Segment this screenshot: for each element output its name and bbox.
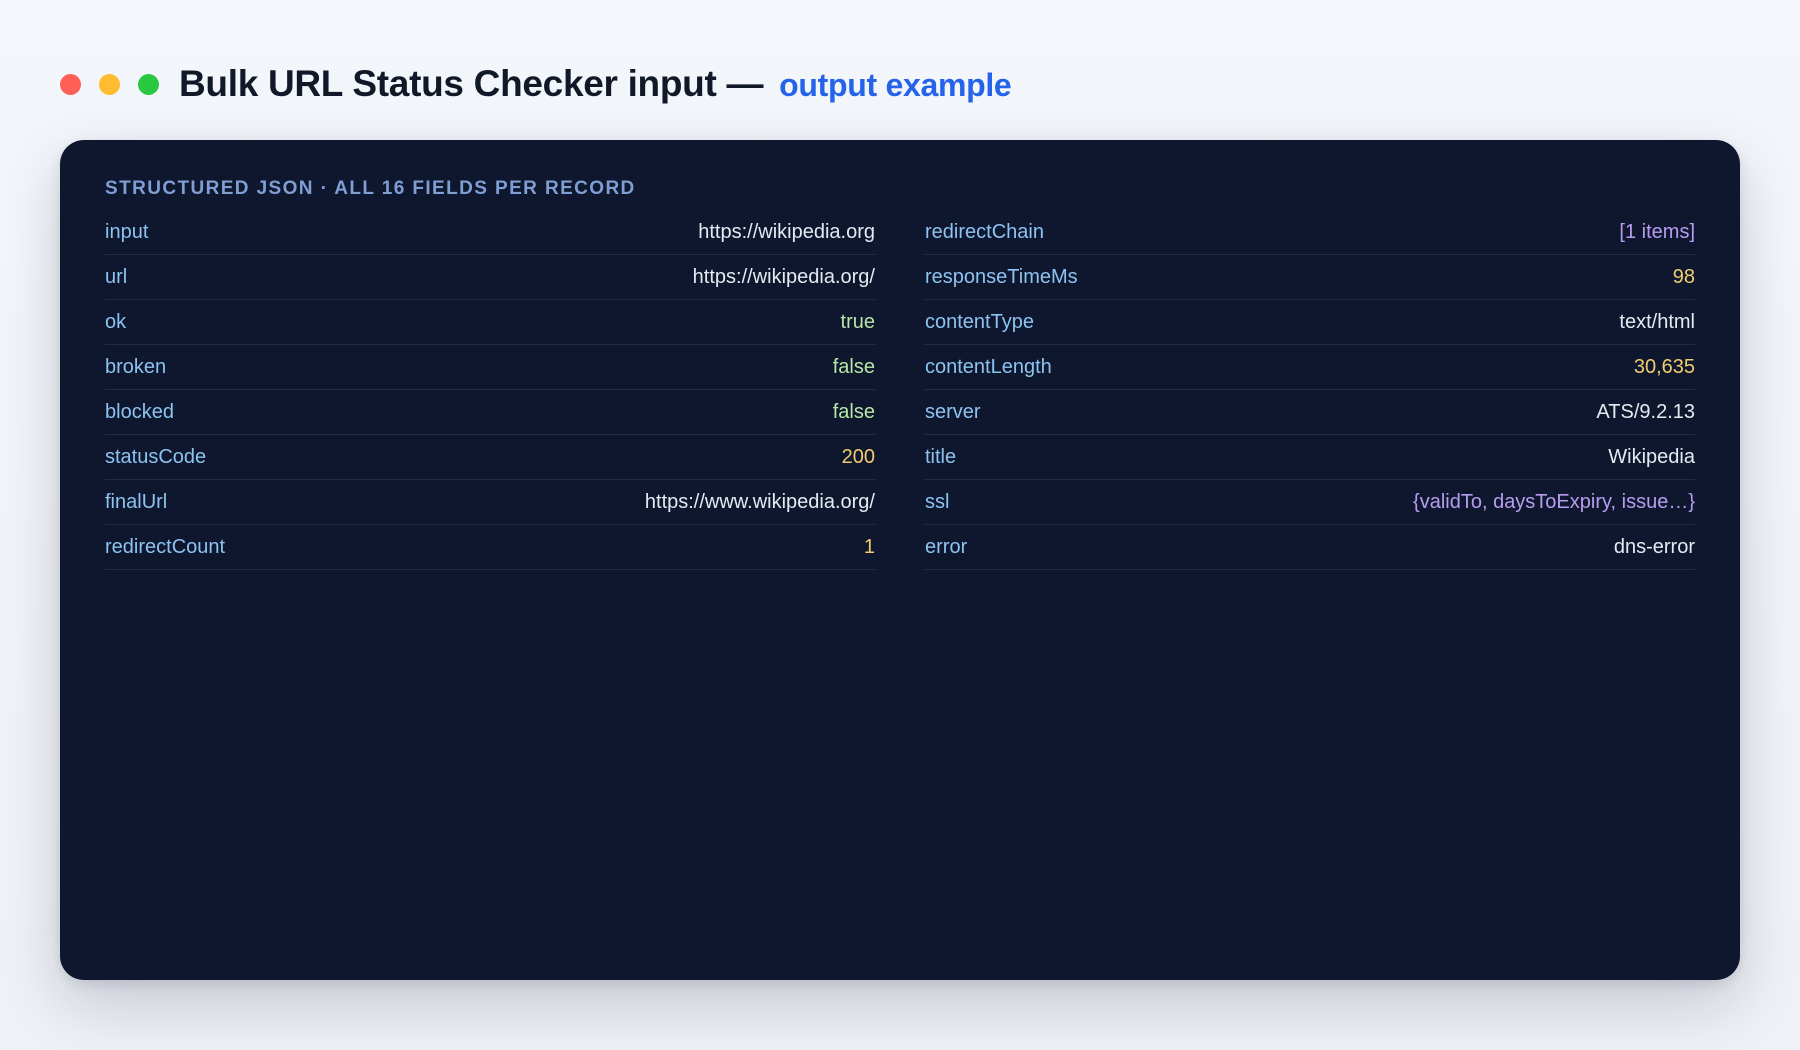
field-value: false bbox=[832, 355, 875, 378]
field-row: contentType text/html bbox=[925, 300, 1695, 345]
field-key: contentType bbox=[925, 310, 1034, 333]
field-row: contentLength 30,635 bbox=[925, 345, 1695, 390]
field-value: false bbox=[832, 400, 875, 423]
field-row: input https://wikipedia.org bbox=[105, 210, 875, 255]
field-key: error bbox=[925, 535, 968, 558]
field-row: statusCode 200 bbox=[105, 435, 875, 480]
field-value: https://www.wikipedia.org/ bbox=[644, 490, 875, 513]
field-key: server bbox=[925, 400, 981, 423]
json-output-panel: STRUCTURED JSON · ALL 16 FIELDS PER RECO… bbox=[60, 140, 1740, 980]
field-value: dns-error bbox=[1613, 535, 1695, 558]
field-row: title Wikipedia bbox=[925, 435, 1695, 480]
field-row: error dns-error bbox=[925, 525, 1695, 570]
field-value: 98 bbox=[1672, 265, 1695, 288]
field-key: blocked bbox=[105, 400, 174, 423]
field-row: ok true bbox=[105, 300, 875, 345]
field-key: finalUrl bbox=[105, 490, 168, 513]
field-value: Wikipedia bbox=[1608, 445, 1695, 468]
field-key: redirectCount bbox=[105, 535, 226, 558]
field-key: redirectChain bbox=[925, 220, 1044, 243]
close-window-button[interactable] bbox=[60, 73, 81, 95]
field-key: title bbox=[925, 445, 957, 468]
field-value: https://wikipedia.org/ bbox=[692, 265, 875, 288]
field-key: ok bbox=[105, 310, 127, 333]
field-row: server ATS/9.2.13 bbox=[925, 390, 1695, 435]
maximize-window-button[interactable] bbox=[138, 73, 159, 95]
field-key: contentLength bbox=[925, 355, 1052, 378]
field-row: redirectCount 1 bbox=[105, 525, 875, 570]
field-key: ssl bbox=[925, 490, 950, 513]
field-value: ATS/9.2.13 bbox=[1596, 400, 1695, 423]
field-key: broken bbox=[105, 355, 167, 378]
page-title-text: Bulk URL Status Checker input — bbox=[179, 63, 764, 104]
field-key: url bbox=[105, 265, 128, 288]
field-row: url https://wikipedia.org/ bbox=[105, 255, 875, 300]
field-row: broken false bbox=[105, 345, 875, 390]
field-value: text/html bbox=[1619, 310, 1695, 333]
field-value: https://wikipedia.org bbox=[698, 220, 875, 243]
fields-column-left: input https://wikipedia.org url https://… bbox=[105, 210, 875, 570]
field-value: {validTo, daysToExpiry, issue…} bbox=[1413, 490, 1695, 513]
field-value: [1 items] bbox=[1619, 220, 1695, 243]
field-row: blocked false bbox=[105, 390, 875, 435]
field-value: true bbox=[840, 310, 875, 333]
window-header: Bulk URL Status Checker input — output e… bbox=[60, 54, 1012, 114]
field-value: 30,635 bbox=[1633, 355, 1695, 378]
field-row: finalUrl https://www.wikipedia.org/ bbox=[105, 480, 875, 525]
field-value: 200 bbox=[841, 445, 875, 468]
panel-label: STRUCTURED JSON · ALL 16 FIELDS PER RECO… bbox=[105, 178, 636, 199]
field-key: statusCode bbox=[105, 445, 207, 468]
field-row: responseTimeMs 98 bbox=[925, 255, 1695, 300]
field-value: 1 bbox=[863, 535, 875, 558]
field-key: responseTimeMs bbox=[925, 265, 1078, 288]
minimize-window-button[interactable] bbox=[99, 73, 120, 95]
field-key: input bbox=[105, 220, 149, 243]
fields-column-right: redirectChain [1 items] responseTimeMs 9… bbox=[925, 210, 1695, 570]
page-title-accent: output example bbox=[779, 67, 1012, 103]
field-row: redirectChain [1 items] bbox=[925, 210, 1695, 255]
page-title: Bulk URL Status Checker input — output e… bbox=[179, 63, 1012, 105]
field-row: ssl {validTo, daysToExpiry, issue…} bbox=[925, 480, 1695, 525]
